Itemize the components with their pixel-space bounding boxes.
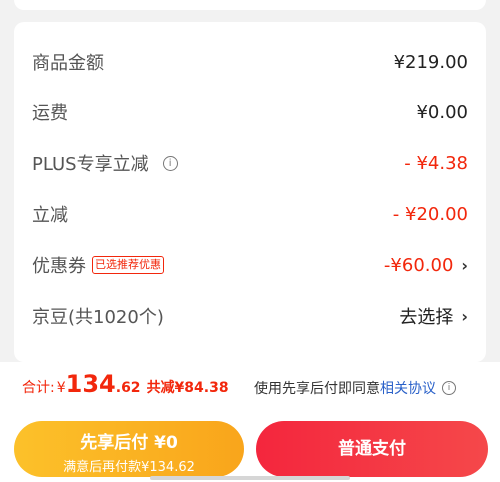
shipping-value: ¥0.00 (416, 101, 468, 123)
pay-later-button[interactable]: 先享后付 ¥0 满意后再付款¥134.62 (14, 421, 244, 477)
shipping-label: 运费 (32, 103, 68, 124)
total-saved: 共减¥84.38 (146, 380, 229, 396)
jd-beans-select-text: 去选择 (399, 307, 454, 328)
checkout-bar: 合计: ¥ 134 .62 共减¥84.38 使用先享后付即同意 相关协议 i … (0, 362, 500, 482)
previous-card (14, 0, 486, 10)
info-icon[interactable]: i (442, 381, 456, 395)
home-indicator (150, 476, 350, 480)
jd-beans-label: 京豆(共1020个) (32, 307, 164, 328)
total-amount-integer: 134 (65, 370, 116, 398)
goods-amount-label: 商品金额 (32, 53, 104, 74)
row-instant-discount: 立减 - ¥20.00 (32, 199, 468, 229)
pay-later-subtitle: 满意后再付款¥134.62 (63, 460, 195, 475)
total-currency: ¥ (56, 380, 66, 396)
row-shipping: 运费 ¥0.00 (32, 97, 468, 127)
instant-discount-label: 立减 (32, 205, 68, 226)
price-summary-card: 商品金额 ¥219.00 运费 ¥0.00 PLUS专享立减 i - ¥4.38… (14, 22, 486, 362)
row-plus-discount: PLUS专享立减 i - ¥4.38 (32, 148, 468, 178)
plus-discount-value: - ¥4.38 (404, 152, 468, 174)
instant-discount-value: - ¥20.00 (392, 203, 468, 225)
recommended-coupon-badge: 已选推荐优惠 (92, 256, 164, 274)
agreement-text: 使用先享后付即同意 (254, 381, 380, 397)
plus-discount-label: PLUS专享立减 (32, 154, 149, 175)
normal-pay-button[interactable]: 普通支付 (256, 421, 488, 477)
agreement-link[interactable]: 相关协议 (380, 378, 436, 398)
pay-later-title: 先享后付 ¥0 (80, 433, 178, 453)
total-label: 合计: (22, 380, 55, 396)
row-jd-beans[interactable]: 京豆(共1020个) 去选择 › (32, 301, 468, 331)
chevron-right-icon: › (461, 306, 468, 326)
goods-amount-value: ¥219.00 (393, 51, 468, 73)
chevron-right-icon: › (461, 255, 468, 275)
row-coupon[interactable]: 优惠券 已选推荐优惠 -¥60.00 › (32, 250, 468, 280)
agreement-notice: 使用先享后付即同意 相关协议 i (254, 378, 456, 398)
coupon-label: 优惠券 (32, 256, 86, 277)
total-amount-decimal: .62 (115, 380, 141, 396)
row-goods-amount: 商品金额 ¥219.00 (32, 47, 468, 77)
info-icon[interactable]: i (162, 155, 178, 171)
coupon-value: -¥60.00 (383, 254, 454, 276)
